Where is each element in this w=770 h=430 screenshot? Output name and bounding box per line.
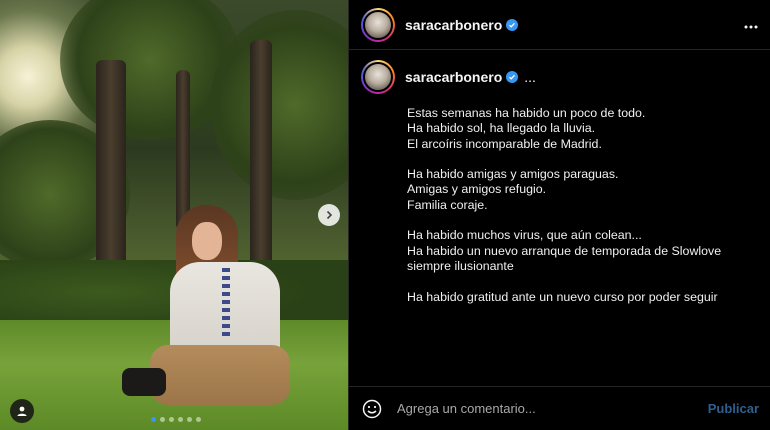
caption-line: Ha habido muchos virus, que aún colean..…	[407, 228, 642, 243]
carousel-dot	[196, 417, 201, 422]
caption-line: Ha habido gratitud ante un nuevo curso p…	[407, 289, 718, 304]
carousel-dot	[169, 417, 174, 422]
verified-badge-icon	[506, 71, 519, 83]
carousel-dot	[178, 417, 183, 422]
caption-line: Amigas y amigos refugio.	[407, 182, 547, 197]
caption-username[interactable]: saracarbonero	[405, 69, 502, 85]
caption-line: Estas semanas ha habido un poco de todo.	[407, 106, 646, 120]
caption-line: Ha habido un nuevo arranque de temporada…	[407, 243, 722, 258]
carousel-indicator	[151, 417, 201, 422]
verified-badge-icon	[506, 18, 519, 31]
emoji-icon	[362, 399, 382, 418]
blouse-embroidery	[222, 268, 230, 338]
comment-bar: Publicar	[349, 386, 770, 430]
person-face	[192, 222, 222, 260]
tree-trunk	[250, 40, 272, 290]
caption-paragraph: Ha habido muchos virus, que aún colean..…	[407, 228, 758, 274]
more-options-icon	[744, 25, 758, 28]
person-boot	[122, 368, 166, 396]
avatar-image	[363, 9, 393, 40]
post-photo	[0, 0, 348, 430]
chevron-right-icon	[326, 210, 333, 220]
person-pants	[150, 345, 290, 405]
caption-avatar[interactable]	[361, 60, 395, 94]
caption-line: siempre ilusionante	[407, 258, 514, 273]
caption-line: El arcoíris incomparable de Madrid.	[407, 136, 602, 151]
publish-button[interactable]: Publicar	[708, 401, 759, 416]
emoji-button[interactable]	[361, 398, 383, 420]
tree-trunk	[96, 60, 126, 290]
caption-line: Familia coraje.	[407, 197, 488, 212]
post-header: saracarbonero	[349, 0, 770, 50]
caption-line: Ha habido sol, ha llegado la lluvia.	[407, 121, 596, 136]
caption-line: Ha habido amigas y amigos paraguas.	[407, 167, 619, 182]
post-username[interactable]: saracarbonero	[405, 17, 502, 33]
caption-paragraph: Ha habido amigas y amigos paraguas. Amig…	[407, 167, 758, 213]
caption-ellipsis: ...	[524, 69, 536, 85]
comment-input[interactable]	[397, 401, 708, 416]
caption-paragraph: Estas semanas ha habido un poco de todo.…	[407, 106, 758, 152]
avatar[interactable]	[361, 7, 395, 42]
carousel-next-button[interactable]	[318, 204, 340, 226]
user-tag-icon	[17, 406, 27, 416]
caption-text: Estas semanas ha habido un poco de todo.…	[407, 106, 758, 305]
post-detail-panel: saracarbonero saracarbonero ... Estas se…	[348, 0, 770, 430]
carousel-dot	[151, 417, 156, 422]
tree-trunk	[176, 70, 190, 230]
avatar-image	[363, 62, 393, 92]
post-caption: saracarbonero ... Estas semanas ha habid…	[361, 60, 758, 386]
user-tag-button[interactable]	[10, 399, 34, 423]
caption-header: saracarbonero ...	[361, 60, 758, 94]
caption-paragraph: Ha habido gratitud ante un nuevo curso p…	[407, 290, 758, 305]
carousel-dot	[187, 417, 192, 422]
carousel-dot	[160, 417, 165, 422]
more-options-button[interactable]	[744, 17, 758, 33]
